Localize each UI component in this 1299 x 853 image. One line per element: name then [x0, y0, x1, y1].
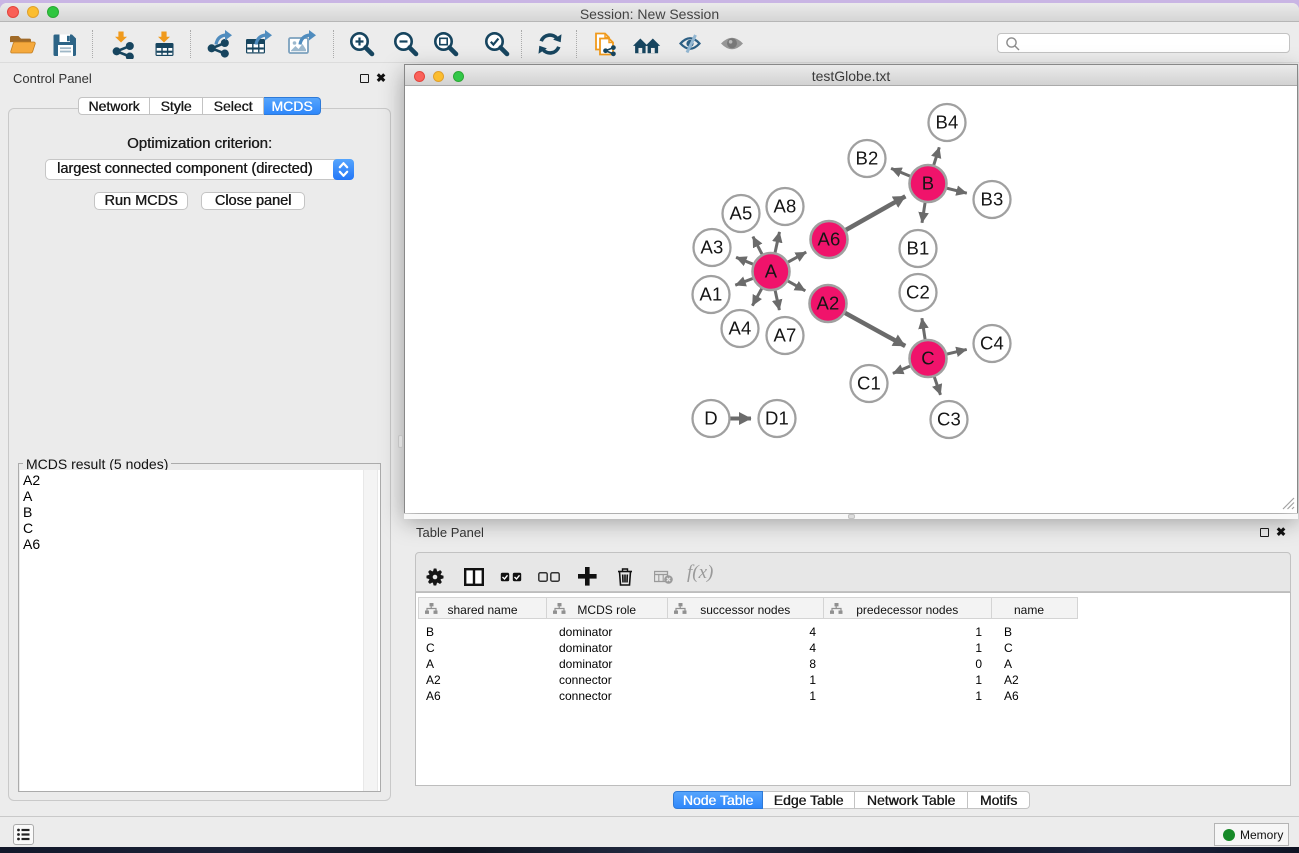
svg-text:A: A — [765, 260, 778, 281]
svg-text:C3: C3 — [937, 408, 961, 429]
svg-text:C4: C4 — [980, 332, 1004, 353]
svg-text:A8: A8 — [773, 195, 796, 216]
svg-text:B4: B4 — [935, 111, 958, 132]
svg-text:C1: C1 — [857, 372, 881, 393]
svg-text:A2: A2 — [816, 292, 839, 313]
svg-text:B: B — [922, 172, 935, 193]
svg-text:A3: A3 — [700, 236, 723, 257]
svg-text:D: D — [704, 407, 718, 428]
svg-text:B3: B3 — [980, 188, 1003, 209]
svg-text:A7: A7 — [773, 324, 796, 345]
svg-text:A6: A6 — [817, 228, 840, 249]
svg-text:B2: B2 — [855, 147, 878, 168]
svg-text:C: C — [921, 347, 935, 368]
svg-text:A5: A5 — [729, 202, 752, 223]
svg-text:C2: C2 — [906, 281, 930, 302]
svg-text:A4: A4 — [728, 317, 751, 338]
svg-text:A1: A1 — [699, 283, 722, 304]
svg-text:B1: B1 — [906, 237, 929, 258]
svg-text:D1: D1 — [765, 407, 789, 428]
